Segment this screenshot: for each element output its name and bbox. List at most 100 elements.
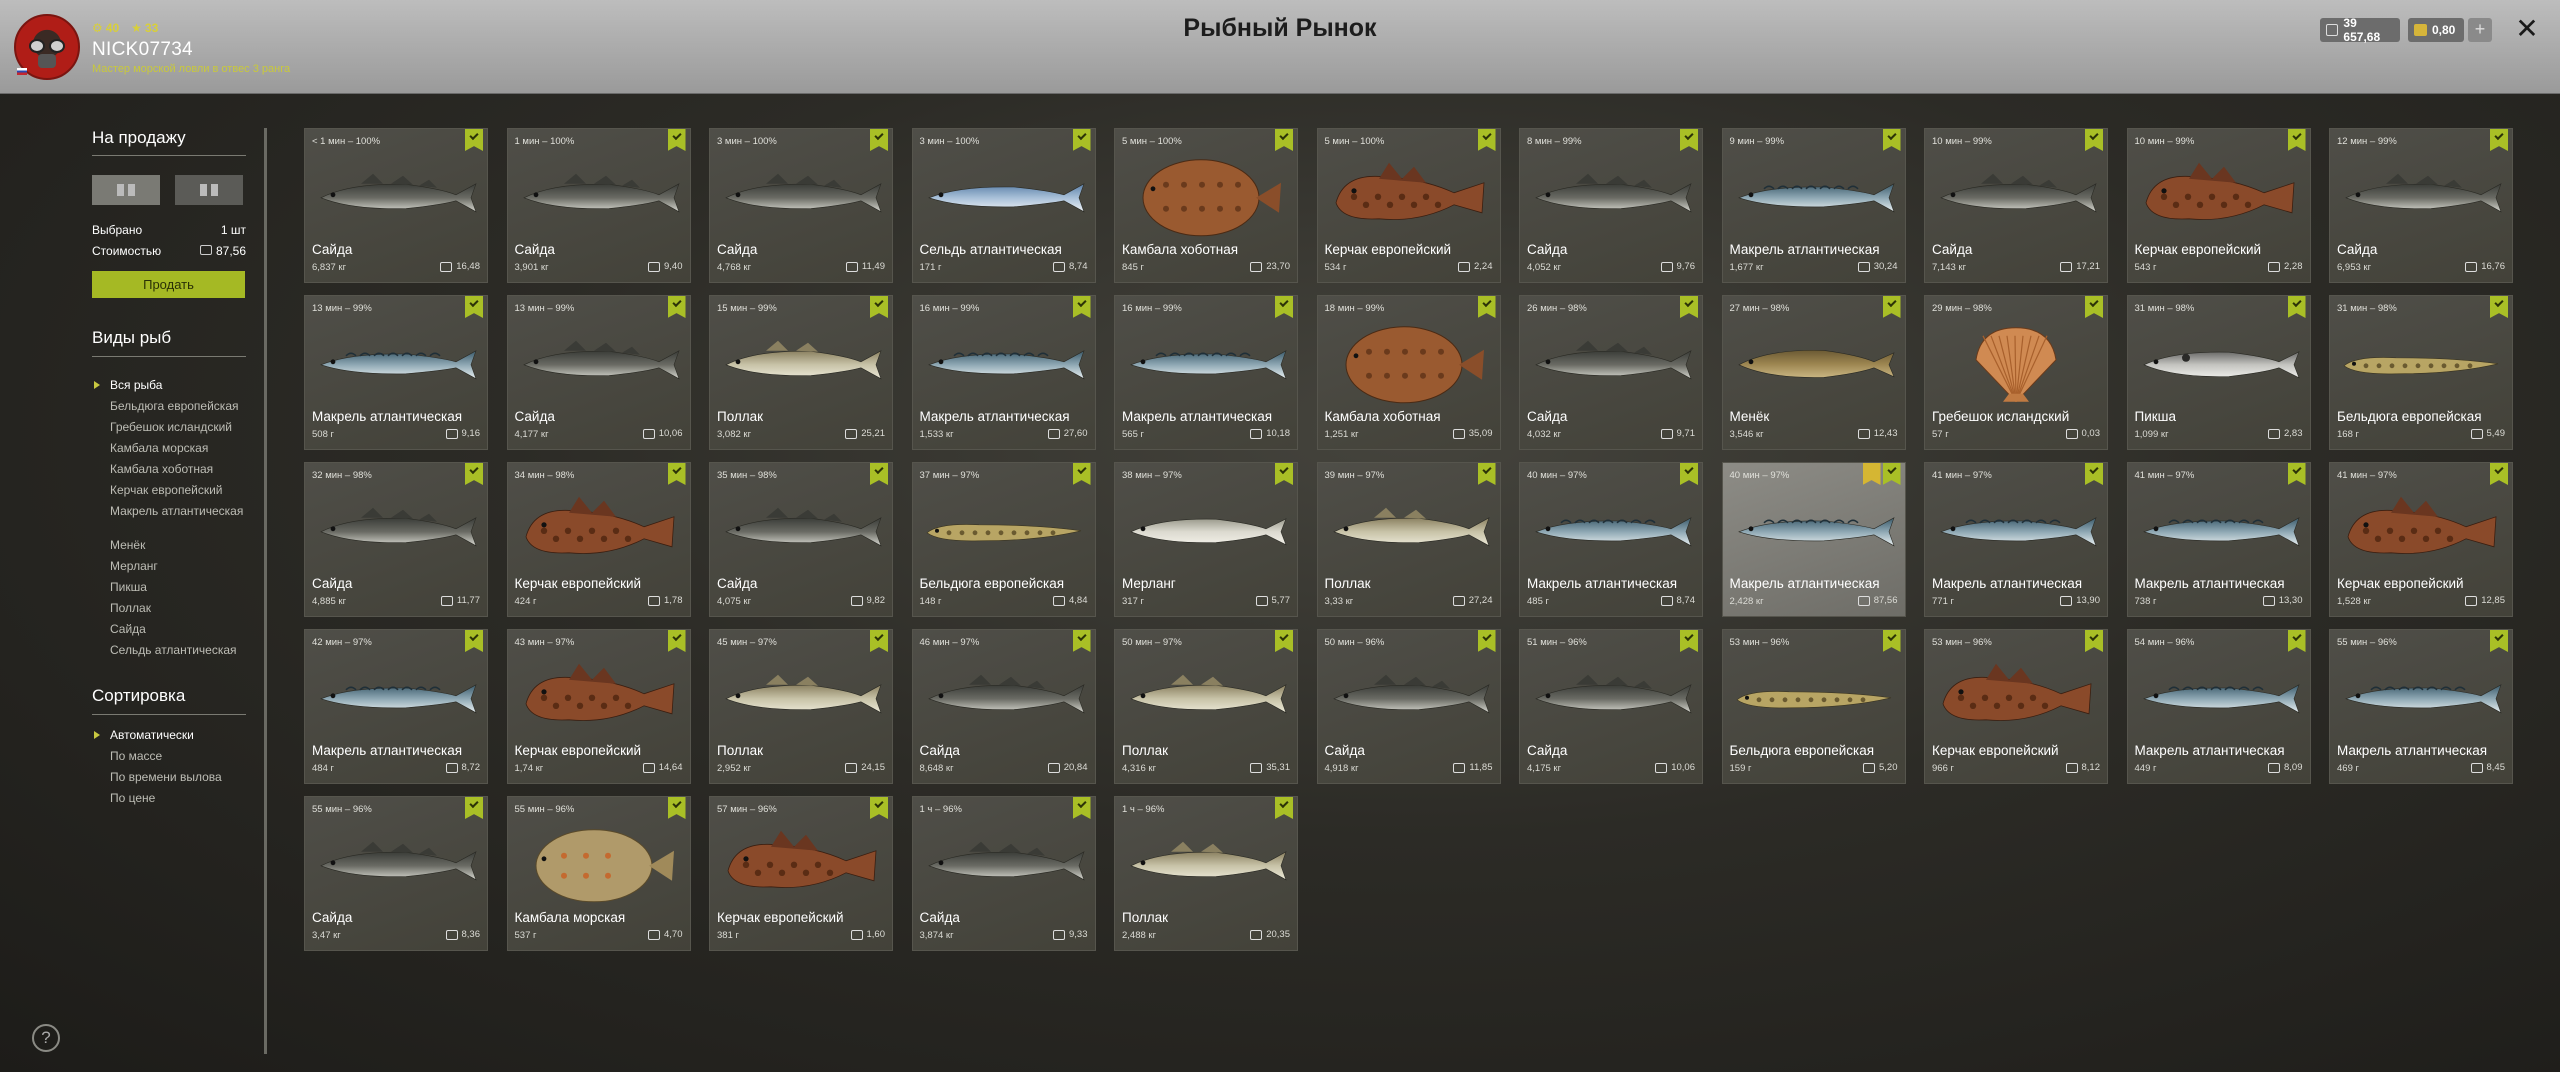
species-filter-item[interactable]: Макрель атлантическая	[110, 504, 246, 518]
species-filter-item[interactable]: Камбала хоботная	[110, 462, 246, 476]
check-icon[interactable]	[1275, 630, 1293, 652]
species-filter-item[interactable]: Поллак	[110, 601, 246, 615]
fish-card[interactable]: 16 мин – 99% Макрель атлантическая 1,533 к…	[911, 295, 1096, 450]
check-icon[interactable]	[667, 463, 686, 485]
check-icon[interactable]	[2085, 129, 2103, 151]
fish-card[interactable]: 55 мин – 96% Камбала морская 537 г 4,70	[506, 796, 691, 951]
check-icon[interactable]	[2287, 129, 2306, 151]
fish-card[interactable]: 16 мин – 99% Макрель атлантическая 565 г 10…	[1114, 295, 1298, 450]
fish-card[interactable]: 55 мин – 96% Макрель атлантическая 469 г 8,…	[2329, 629, 2513, 784]
fish-card[interactable]: 51 мин – 96% Сайда 4,175 кг 10,06	[1519, 629, 1703, 784]
fish-card[interactable]: 50 мин – 97% Поллак 4,316 кг 35,31	[1114, 629, 1298, 784]
check-icon[interactable]	[667, 797, 686, 819]
fish-card[interactable]: 10 мин – 99% Керчак европейский 543 г 2,28	[2126, 128, 2311, 283]
fish-card[interactable]: 29 мин – 98% Гребешок исландский 57 г 0,03	[1924, 295, 2108, 450]
fish-card[interactable]: 3 мин – 100% Сайда 4,768 кг 11,49	[709, 128, 893, 283]
fish-card[interactable]: 54 мин – 96% Макрель атлантическая 449 г 8,…	[2126, 629, 2311, 784]
fish-card[interactable]: 5 мин – 100% Камбала хоботная 845 г 23,70	[1114, 128, 1298, 283]
species-filter-item[interactable]: Пикша	[110, 580, 246, 594]
check-icon[interactable]	[1072, 630, 1091, 652]
species-filter-item[interactable]: Менёк	[110, 538, 246, 552]
species-filter-item[interactable]: Мерланг	[110, 559, 246, 573]
fish-card[interactable]: 45 мин – 97% Поллак 2,952 кг 24,15	[709, 629, 893, 784]
close-icon[interactable]: ✕	[2512, 14, 2542, 44]
check-icon[interactable]	[1680, 630, 1698, 652]
fish-card[interactable]: 35 мин – 98% Сайда 4,075 кг 9,82	[709, 462, 893, 617]
fish-card[interactable]: 53 мин – 96% Бельдюга европейская 159 г 5,2…	[1721, 629, 1906, 784]
fish-card[interactable]: 13 мин – 99% Сайда 4,177 кг 10,06	[506, 295, 691, 450]
fish-card[interactable]: 57 мин – 96% Керчак европейский 381 г 1,60	[709, 796, 893, 951]
fish-card[interactable]: 53 мин – 96% Керчак европейский 966 г 8,12	[1924, 629, 2108, 784]
species-filter-item[interactable]: Сельдь атлантическая	[110, 643, 246, 657]
fish-card[interactable]: 38 мин – 97% Мерланг 317 г 5,77	[1114, 462, 1298, 617]
species-filter-item[interactable]: Вся рыба	[94, 378, 246, 392]
check-icon[interactable]	[2085, 463, 2103, 485]
check-icon[interactable]	[2287, 296, 2306, 318]
check-icon[interactable]	[1072, 463, 1091, 485]
check-icon[interactable]	[1477, 463, 1496, 485]
check-icon[interactable]	[667, 630, 686, 652]
check-icon[interactable]	[1275, 797, 1293, 819]
fish-card[interactable]: 18 мин – 99% Камбала хоботная 1,251 кг 35,0…	[1316, 295, 1501, 450]
fish-card[interactable]: 1 ч – 96% Поллак 2,488 кг 20,35	[1114, 796, 1298, 951]
species-filter-item[interactable]: Гребешок исландский	[110, 420, 246, 434]
check-icon[interactable]	[870, 129, 888, 151]
check-icon[interactable]	[1477, 630, 1496, 652]
check-icon[interactable]	[2490, 463, 2508, 485]
check-icon[interactable]	[2287, 630, 2306, 652]
fish-card[interactable]: 10 мин – 99% Сайда 7,143 кг 17,21	[1924, 128, 2108, 283]
check-icon[interactable]	[465, 630, 483, 652]
check-icon[interactable]	[465, 463, 483, 485]
check-icon[interactable]	[1882, 630, 1901, 652]
fish-card[interactable]: 43 мин – 97% Керчак европейский 1,74 кг 14,…	[506, 629, 691, 784]
check-icon[interactable]	[1275, 129, 1293, 151]
fish-card[interactable]: 37 мин – 97% Бельдюга европейская 148 г 4,8…	[911, 462, 1096, 617]
fish-card[interactable]: 15 мин – 99% Поллак 3,082 кг 25,21	[709, 295, 893, 450]
sort-option[interactable]: Автоматически	[94, 728, 246, 742]
fish-card[interactable]: 41 мин – 97% Макрель атлантическая 738 г 13…	[2126, 462, 2311, 617]
check-icon[interactable]	[1275, 296, 1293, 318]
check-icon[interactable]	[667, 296, 686, 318]
check-icon[interactable]	[1680, 296, 1698, 318]
grid-view-large-button[interactable]	[92, 175, 160, 205]
check-icon[interactable]	[465, 296, 483, 318]
sort-option[interactable]: По цене	[110, 791, 246, 805]
fish-card[interactable]: 26 мин – 98% Сайда 4,032 кг 9,71	[1519, 295, 1703, 450]
fish-card[interactable]: 1 ч – 96% Сайда 3,874 кг 9,33	[911, 796, 1096, 951]
fish-card[interactable]: 40 мин – 97% Макрель атлантическая 485 г 8,…	[1519, 462, 1703, 617]
fish-card[interactable]: 40 мин – 97% Макрель атлантическая 2,428 к…	[1721, 462, 1906, 617]
fish-card[interactable]: 55 мин – 96% Сайда 3,47 кг 8,36	[304, 796, 488, 951]
fish-card[interactable]: 42 мин – 97% Макрель атлантическая 484 г 8,…	[304, 629, 488, 784]
check-icon[interactable]	[465, 797, 483, 819]
fish-card[interactable]: 8 мин – 99% Сайда 4,052 кг 9,76	[1519, 128, 1703, 283]
check-icon[interactable]	[870, 797, 888, 819]
check-icon[interactable]	[2490, 630, 2508, 652]
check-icon[interactable]	[2085, 296, 2103, 318]
fish-card[interactable]: 31 мин – 98% Бельдюга европейская 168 г 5,4…	[2329, 295, 2513, 450]
check-icon[interactable]	[1882, 129, 1901, 151]
check-icon[interactable]	[2490, 296, 2508, 318]
check-icon[interactable]	[1275, 463, 1293, 485]
check-icon[interactable]	[1477, 129, 1496, 151]
help-icon[interactable]: ?	[32, 1024, 60, 1052]
sell-button[interactable]: Продать	[92, 271, 245, 298]
species-filter-item[interactable]: Сайда	[110, 622, 246, 636]
check-icon[interactable]	[2490, 129, 2508, 151]
species-filter-item[interactable]: Керчак европейский	[110, 483, 246, 497]
check-icon[interactable]	[1072, 296, 1091, 318]
check-icon[interactable]	[870, 296, 888, 318]
check-icon[interactable]	[465, 129, 483, 151]
species-filter-item[interactable]: Бельдюга европейская	[110, 399, 246, 413]
fish-card[interactable]: 12 мин – 99% Сайда 6,953 кг 16,76	[2329, 128, 2513, 283]
fish-card[interactable]: 46 мин – 97% Сайда 8,648 кг 20,84	[911, 629, 1096, 784]
check-icon[interactable]	[1072, 129, 1091, 151]
fish-card[interactable]: 34 мин – 98% Керчак европейский 424 г 1,78	[506, 462, 691, 617]
fish-card[interactable]: 27 мин – 98% Менёк 3,546 кг 12,43	[1721, 295, 1906, 450]
fish-card[interactable]: 9 мин – 99% Макрель атлантическая 1,677 кг…	[1721, 128, 1906, 283]
fish-card[interactable]: 50 мин – 96% Сайда 4,918 кг 11,85	[1316, 629, 1501, 784]
sort-option[interactable]: По времени вылова	[110, 770, 246, 784]
fish-card[interactable]: 13 мин – 99% Макрель атлантическая 508 г 9,…	[304, 295, 488, 450]
check-icon[interactable]	[1882, 296, 1901, 318]
check-icon[interactable]	[667, 129, 686, 151]
check-icon[interactable]	[1072, 797, 1091, 819]
